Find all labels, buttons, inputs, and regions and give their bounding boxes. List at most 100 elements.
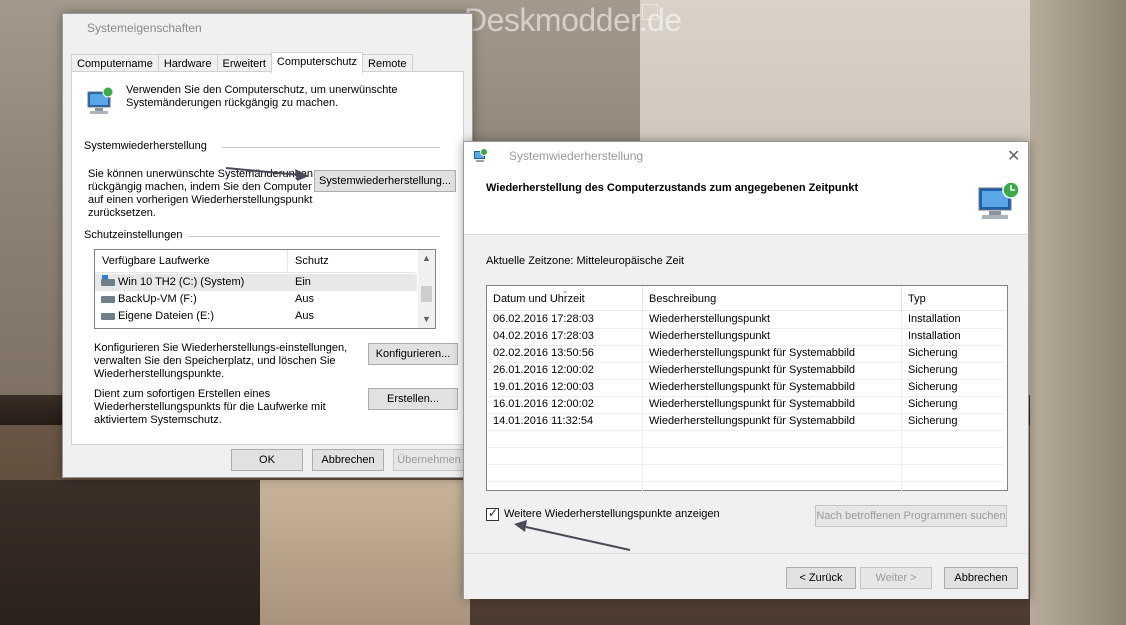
cell-type xyxy=(902,481,1005,498)
restore-heading: Wiederherstellung des Computerzustands z… xyxy=(486,182,859,194)
cell-type: Sicherung xyxy=(908,398,958,410)
scroll-up-icon[interactable]: ▲ xyxy=(418,250,435,267)
checkmark-icon: ✓ xyxy=(488,506,499,520)
tab-system-protection[interactable]: Computerschutz xyxy=(270,52,364,73)
tab-strip: Computername Hardware Erweitert Computer… xyxy=(71,52,413,73)
cell-description xyxy=(643,464,902,481)
create-description: Dient zum sofortigen Erstellen eines Wie… xyxy=(94,388,326,426)
configure-button[interactable]: Konfigurieren... xyxy=(368,343,458,365)
cell-date xyxy=(487,464,643,481)
cell-description: Wiederherstellungspunkt xyxy=(643,311,902,328)
show-more-checkbox[interactable]: ✓ xyxy=(486,506,499,521)
cell-type xyxy=(902,464,1005,481)
table-row[interactable]: 26.01.2016 12:00:02 Wiederherstellungspun… xyxy=(487,362,1005,380)
apply-button[interactable]: Übernehmen xyxy=(393,449,465,471)
cell-type: Sicherung xyxy=(908,347,958,359)
background-corner xyxy=(1030,0,1126,625)
cell-type xyxy=(902,430,1005,447)
drive-icon xyxy=(101,313,115,320)
drive-name: Eigene Dateien (E:) xyxy=(118,310,214,322)
cell-description xyxy=(643,430,902,447)
restore-body: Aktuelle Zeitzone: Mitteleuropäische Zei… xyxy=(464,235,1028,553)
window-title: Systemwiederherstellung xyxy=(509,149,644,163)
restore-description: Sie können unerwünschte Systemänderungen… xyxy=(88,168,314,219)
system-restore-large-icon xyxy=(978,181,1020,219)
cell-date: 04.02.2016 17:28:03 xyxy=(487,328,643,345)
cell-description xyxy=(643,481,902,498)
table-row[interactable]: 02.02.2016 13:50:56 Wiederherstellungspun… xyxy=(487,345,1005,363)
drive-row[interactable]: Eigene Dateien (E:) Aus xyxy=(95,308,417,325)
cell-date xyxy=(487,430,643,447)
drives-scrollbar[interactable]: ▲ ▼ xyxy=(418,250,435,328)
cell-date: 14.01.2016 11:32:54 xyxy=(487,413,643,430)
background-light-panel xyxy=(260,480,470,625)
drives-header: Verfügbare Laufwerke Schutz xyxy=(95,250,415,273)
back-button[interactable]: < Zurück xyxy=(786,567,856,589)
next-button[interactable]: Weiter > xyxy=(860,567,932,589)
cell-type: Installation xyxy=(908,330,961,342)
cell-date: 02.02.2016 13:50:56 xyxy=(487,345,643,362)
table-row[interactable]: 19.01.2016 12:00:03 Wiederherstellungspun… xyxy=(487,379,1005,397)
column-header-description[interactable]: Beschreibung xyxy=(643,286,902,310)
drives-list[interactable]: Verfügbare Laufwerke Schutz Win 10 TH2 (… xyxy=(94,249,436,329)
cell-date: 26.01.2016 12:00:02 xyxy=(487,362,643,379)
cell-date xyxy=(487,481,643,498)
cell-type: Sicherung xyxy=(908,364,958,376)
column-header-drives[interactable]: Verfügbare Laufwerke xyxy=(95,250,288,272)
table-row[interactable]: 16.01.2016 12:00:02 Wiederherstellungspun… xyxy=(487,396,1005,414)
table-row[interactable]: 04.02.2016 17:28:03 Wiederherstellungspun… xyxy=(487,328,1005,346)
configure-description: Konfigurieren Sie Wiederherstellungs-ein… xyxy=(94,342,348,380)
drive-name: BackUp-VM (F:) xyxy=(118,293,197,305)
column-header-type[interactable]: Typ xyxy=(902,286,1005,310)
system-restore-icon xyxy=(474,148,488,162)
window-title: Systemeigenschaften xyxy=(87,21,202,35)
system-protection-icon xyxy=(87,86,114,114)
table-row[interactable]: 06.02.2016 17:28:03 Wiederherstellungspun… xyxy=(487,311,1005,329)
cell-type: Installation xyxy=(908,313,961,325)
section-title-protection: Schutzeinstellungen xyxy=(84,229,183,241)
column-header-protection[interactable]: Schutz xyxy=(288,250,415,272)
cell-date: 19.01.2016 12:00:03 xyxy=(487,379,643,396)
scroll-thumb[interactable] xyxy=(421,286,432,302)
close-icon[interactable]: ✕ xyxy=(1007,146,1020,166)
cell-description xyxy=(643,447,902,464)
cell-description: Wiederherstellungspunkt für Systemabbild xyxy=(643,362,902,379)
ok-button[interactable]: OK xyxy=(231,449,303,471)
drive-name: Win 10 TH2 (C:) (System) xyxy=(118,276,245,288)
empty-table-row xyxy=(487,447,1005,465)
restore-points-table[interactable]: Datum und Uhrzeit Beschreibung Typ ⌄ 06.… xyxy=(486,285,1008,499)
cancel-button[interactable]: Abbrechen xyxy=(312,449,384,471)
cell-description: Wiederherstellungspunkt für Systemabbild xyxy=(643,396,902,413)
cell-description: Wiederherstellungspunkt für Systemabbild xyxy=(643,345,902,362)
scan-affected-programs-button[interactable]: Nach betroffenen Programmen suchen xyxy=(815,505,1007,527)
drive-status: Aus xyxy=(295,293,314,305)
timezone-label: Aktuelle Zeitzone: Mitteleuropäische Zei… xyxy=(486,255,685,267)
tab-panel: Verwenden Sie den Computerschutz, um une… xyxy=(71,71,464,445)
system-restore-window: Systemwiederherstellung ✕ Wiederherstell… xyxy=(463,141,1029,599)
show-more-label[interactable]: Weitere Wiederherstellungspunkte anzeige… xyxy=(504,508,720,521)
empty-table-row xyxy=(487,481,1005,499)
drive-status: Ein xyxy=(295,276,311,288)
empty-table-row xyxy=(487,430,1005,448)
table-row[interactable]: 14.01.2016 11:32:54 Wiederherstellungspun… xyxy=(487,413,1005,431)
restore-header: Wiederherstellung des Computerzustands z… xyxy=(464,171,1028,235)
drive-row[interactable]: Win 10 TH2 (C:) (System) Ein xyxy=(95,274,417,291)
cell-description: Wiederherstellungspunkt xyxy=(643,328,902,345)
section-title-restore: Systemwiederherstellung xyxy=(84,140,207,152)
cell-date xyxy=(487,447,643,464)
cell-description: Wiederherstellungspunkt für Systemabbild xyxy=(643,379,902,396)
system-restore-button[interactable]: Systemwiederherstellung... xyxy=(314,170,456,192)
title-bar: Systemwiederherstellung xyxy=(464,142,1028,170)
title-bar: Systemeigenschaften xyxy=(63,14,472,42)
system-drive-icon xyxy=(101,275,115,286)
cancel-button[interactable]: Abbrechen xyxy=(944,567,1018,589)
sort-chevron-icon: ⌄ xyxy=(562,286,569,295)
scroll-down-icon[interactable]: ▼ xyxy=(418,311,435,328)
create-button[interactable]: Erstellen... xyxy=(368,388,458,410)
cell-description: Wiederherstellungspunkt für Systemabbild xyxy=(643,413,902,430)
cell-type: Sicherung xyxy=(908,415,958,427)
cell-date: 06.02.2016 17:28:03 xyxy=(487,311,643,328)
empty-table-row xyxy=(487,464,1005,482)
drive-row[interactable]: BackUp-VM (F:) Aus xyxy=(95,291,417,308)
cell-type xyxy=(902,447,1005,464)
